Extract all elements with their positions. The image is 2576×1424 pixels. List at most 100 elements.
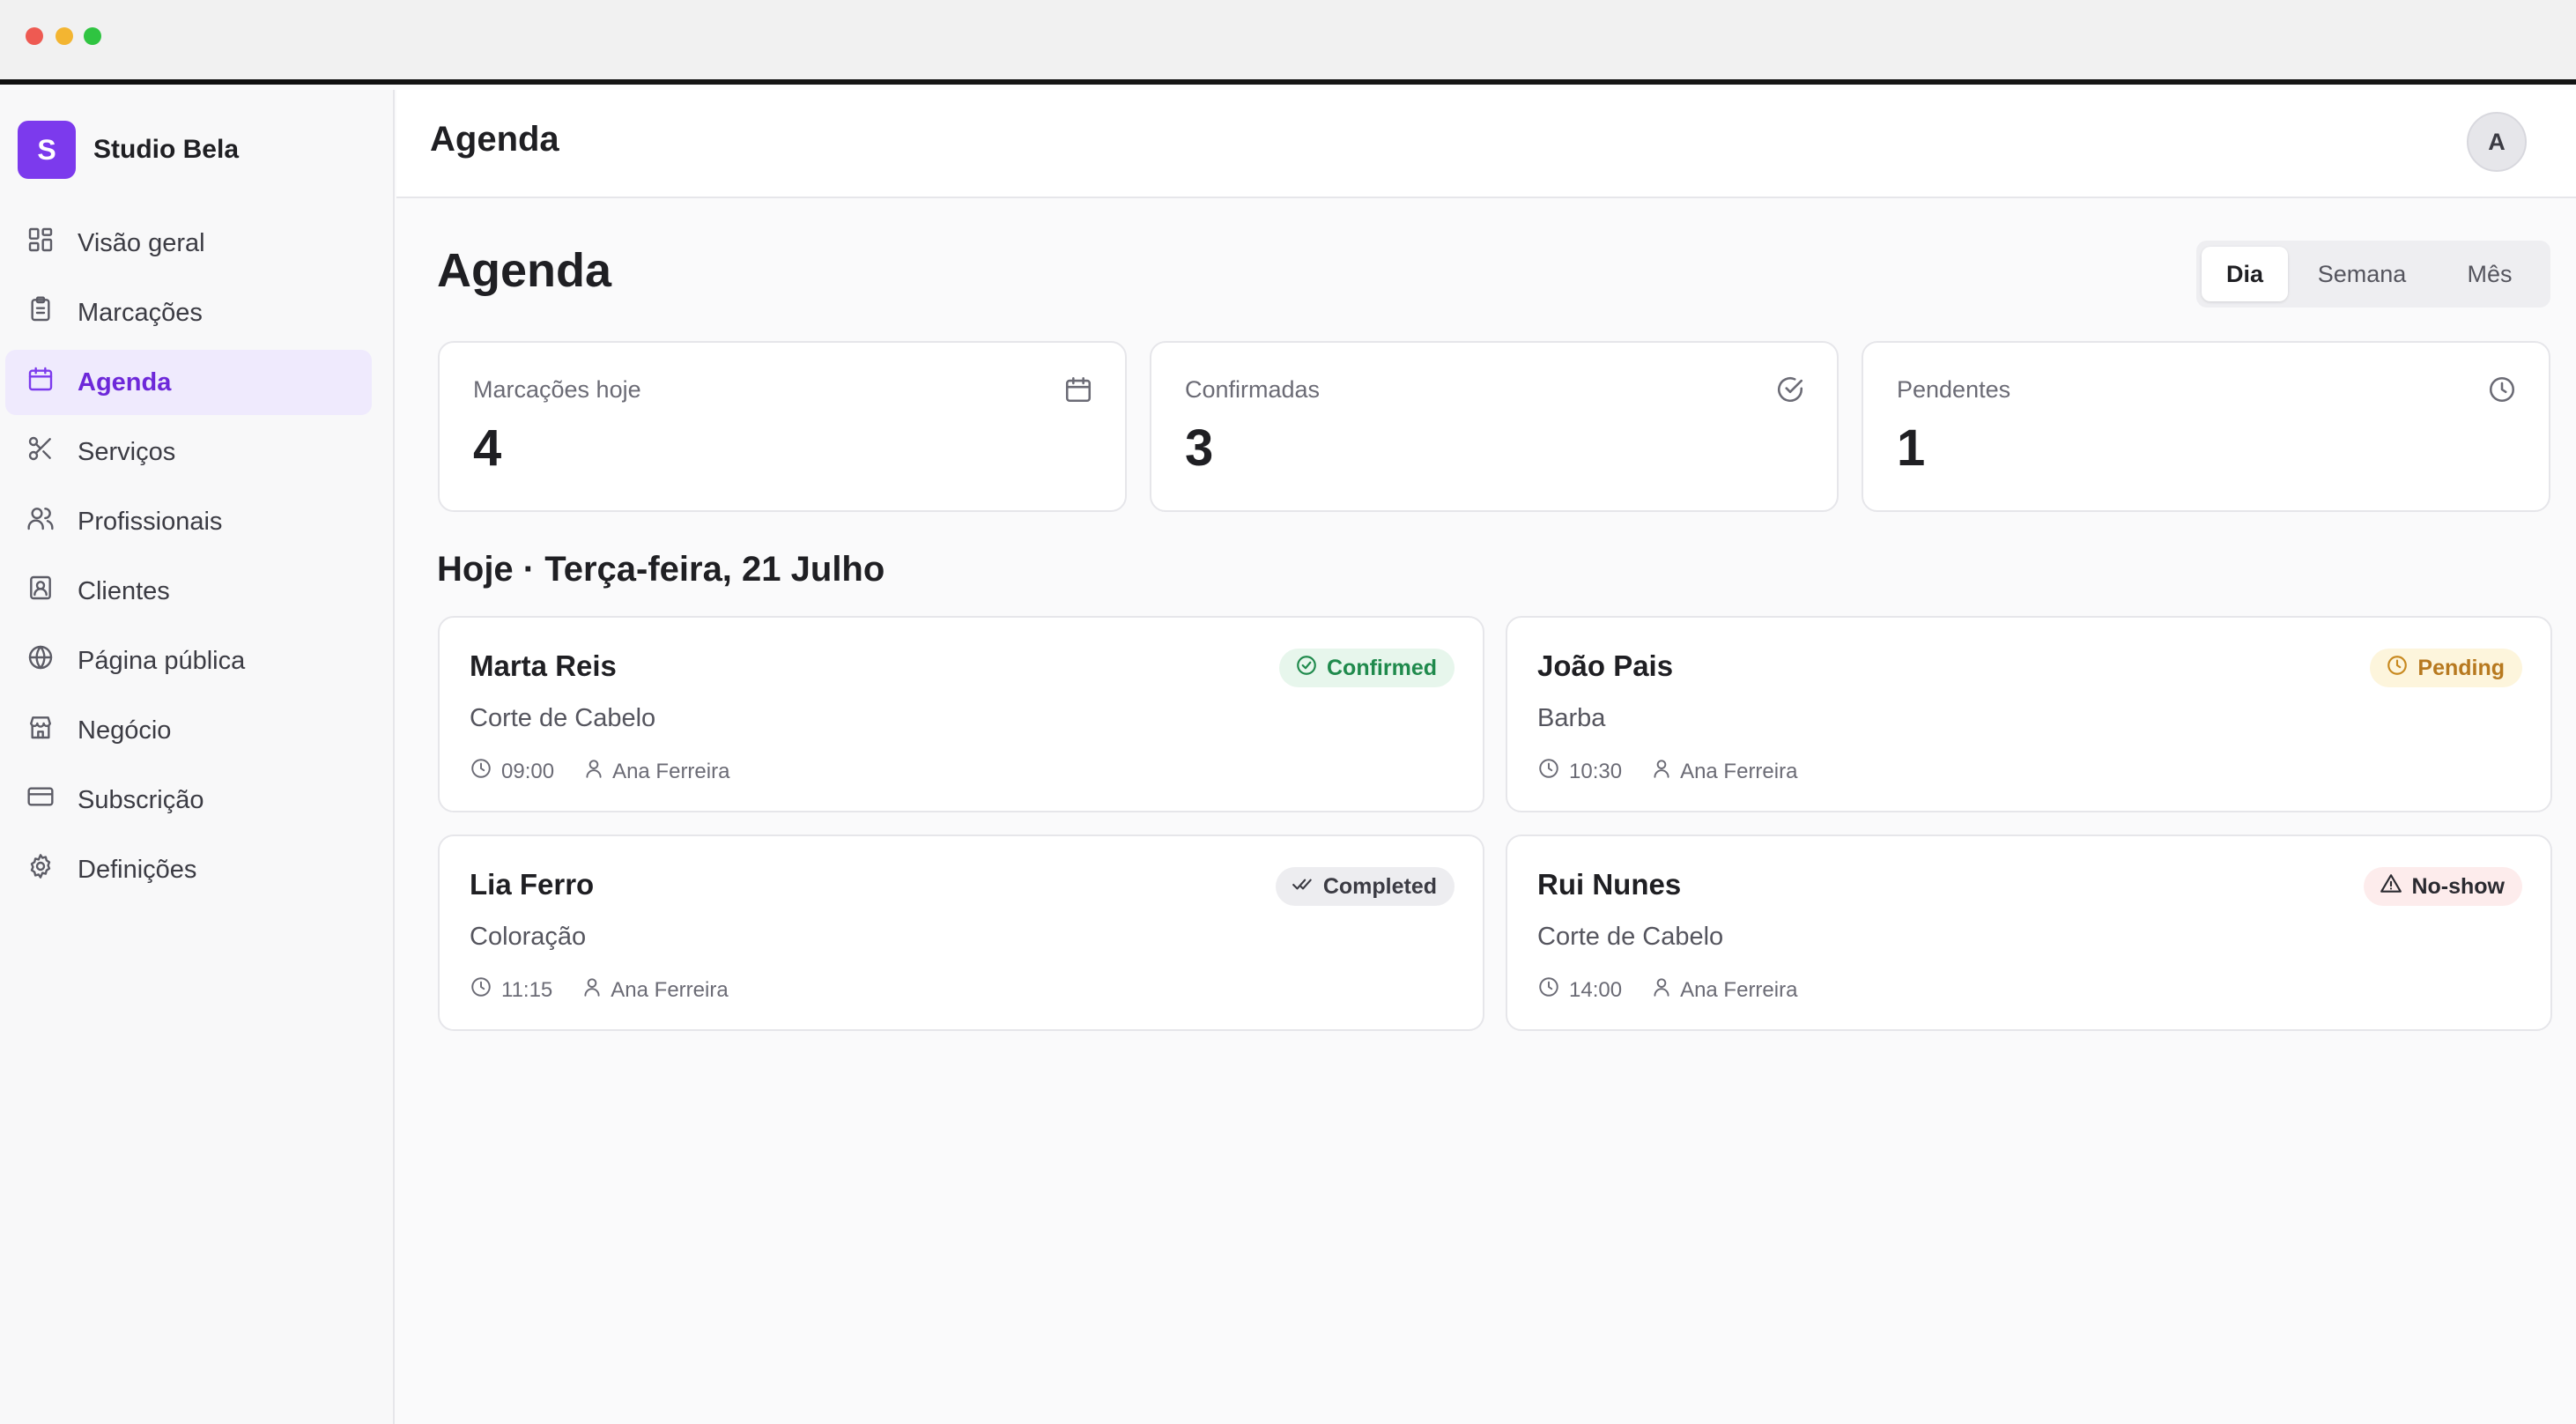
appointment-staff: Ana Ferreira	[1680, 977, 1798, 1002]
section-title: Hoje · Terça-feira, 21 Julho	[437, 550, 885, 589]
top-header: Agenda A	[396, 90, 2576, 198]
appointment-meta: 11:15 Ana Ferreira	[470, 975, 729, 1005]
status-label: Pending	[2417, 655, 2505, 680]
appointment-time: 09:00	[501, 759, 555, 783]
sidebar-item-label: Definições	[78, 855, 197, 884]
users-icon	[26, 504, 55, 539]
credit-card-icon	[26, 782, 55, 818]
status-badge: Pending	[2370, 649, 2522, 687]
sidebar-item-label: Serviços	[78, 437, 176, 466]
sidebar-item-definicoes[interactable]: Definições	[5, 837, 372, 902]
appointment-client: Marta Reis	[470, 649, 617, 682]
double-check-icon	[1292, 872, 1323, 901]
stat-label: Marcações hoje	[473, 376, 641, 403]
status-badge: Confirmed	[1279, 649, 1455, 687]
appointment-card[interactable]: Marta Reis Confirmed Corte de Cabelo 09:…	[438, 616, 1484, 812]
appointment-service: Barba	[1537, 704, 1606, 732]
app-window: S Studio Bela Visão geral Marcações Agen…	[0, 0, 2576, 1424]
appointment-time: 10:30	[1569, 759, 1623, 783]
brand-logo: S	[18, 121, 76, 179]
clock-icon	[1537, 757, 1560, 786]
page-title: Agenda	[437, 244, 612, 297]
clock-icon	[2386, 654, 2417, 683]
view-toggle-month[interactable]: Mês	[2436, 247, 2543, 301]
sidebar-item-clientes[interactable]: Clientes	[5, 559, 372, 624]
appointment-client: João Pais	[1537, 649, 1674, 682]
status-label: Confirmed	[1327, 655, 1437, 680]
stat-label: Pendentes	[1897, 376, 2011, 403]
sidebar-item-label: Profissionais	[78, 507, 223, 536]
appointment-staff: Ana Ferreira	[612, 759, 730, 783]
appointment-service: Coloração	[470, 923, 587, 951]
sidebar-item-label: Agenda	[78, 367, 172, 397]
user-icon	[582, 757, 605, 786]
status-badge: Completed	[1275, 867, 1455, 906]
clock-icon	[470, 757, 492, 786]
appointment-service: Corte de Cabelo	[470, 704, 656, 732]
stat-card-confirmed: Confirmadas 3	[1150, 341, 1839, 512]
appointment-time: 14:00	[1569, 977, 1623, 1002]
user-icon	[1650, 757, 1673, 786]
stat-label: Confirmadas	[1185, 376, 1321, 403]
gear-icon	[26, 852, 55, 887]
contact-icon	[26, 574, 55, 609]
close-window-button[interactable]	[26, 27, 43, 45]
appointment-meta: 10:30 Ana Ferreira	[1537, 757, 1797, 786]
status-badge: No-show	[2364, 867, 2522, 906]
calendar-icon	[1063, 375, 1093, 404]
user-icon	[581, 975, 603, 1005]
clock-icon	[470, 975, 492, 1005]
sidebar-nav: Visão geral Marcações Agenda Serviços Pr…	[5, 211, 372, 907]
sidebar-item-label: Clientes	[78, 576, 170, 605]
appointment-meta: 09:00 Ana Ferreira	[470, 757, 729, 786]
sidebar-item-profissionais[interactable]: Profissionais	[5, 489, 372, 554]
sidebar-item-agenda[interactable]: Agenda	[5, 350, 372, 415]
sidebar-item-servicos[interactable]: Serviços	[5, 419, 372, 485]
stat-value: 3	[1185, 419, 1214, 477]
store-icon	[26, 713, 55, 748]
view-toggle-week[interactable]: Semana	[2288, 247, 2436, 301]
brand-name: Studio Bela	[93, 135, 240, 164]
stat-value: 4	[473, 419, 502, 477]
stat-card-pending: Pendentes 1	[1862, 341, 2550, 512]
view-toggle-day[interactable]: Dia	[2202, 247, 2288, 301]
appointment-card[interactable]: Lia Ferro Completed Coloração 11:15 Ana …	[438, 834, 1484, 1031]
status-label: No-show	[2411, 873, 2505, 899]
warning-icon	[2380, 872, 2411, 901]
maximize-window-button[interactable]	[84, 27, 101, 45]
sidebar-item-negocio[interactable]: Negócio	[5, 698, 372, 763]
clipboard-icon	[26, 295, 55, 330]
user-icon	[1650, 975, 1673, 1005]
stat-card-bookings-today: Marcações hoje 4	[438, 341, 1127, 512]
check-circle-icon	[1775, 375, 1805, 404]
minimize-window-button[interactable]	[56, 27, 73, 45]
appointment-time: 11:15	[501, 977, 553, 1002]
sidebar-item-label: Página pública	[78, 646, 246, 675]
brand[interactable]: S Studio Bela	[18, 121, 239, 179]
status-label: Completed	[1322, 873, 1437, 899]
appointment-card[interactable]: João Pais Pending Barba 10:30 Ana Ferrei…	[1506, 616, 2552, 812]
appointment-card[interactable]: Rui Nunes No-show Corte de Cabelo 14:00 …	[1506, 834, 2552, 1031]
appointment-service: Corte de Cabelo	[1537, 923, 1724, 951]
scissors-icon	[26, 434, 55, 470]
window-titlebar	[0, 0, 2576, 85]
check-circle-icon	[1295, 654, 1327, 683]
sidebar-item-pagina-publica[interactable]: Página pública	[5, 628, 372, 693]
grid-icon	[26, 226, 55, 261]
user-avatar[interactable]: A	[2467, 112, 2527, 172]
sidebar: S Studio Bela Visão geral Marcações Agen…	[0, 90, 395, 1424]
calendar-icon	[26, 365, 55, 400]
sidebar-item-label: Marcações	[78, 298, 203, 327]
appointment-staff: Ana Ferreira	[611, 977, 729, 1002]
sidebar-item-subscricao[interactable]: Subscrição	[5, 768, 372, 833]
clock-icon	[1537, 975, 1560, 1005]
view-toggle: Dia Semana Mês	[2196, 241, 2550, 308]
sidebar-item-visao-geral[interactable]: Visão geral	[5, 211, 372, 276]
stat-value: 1	[1897, 419, 1926, 477]
sidebar-item-label: Visão geral	[78, 228, 205, 257]
sidebar-item-label: Subscrição	[78, 785, 204, 814]
clock-icon	[2487, 375, 2517, 404]
appointment-meta: 14:00 Ana Ferreira	[1537, 975, 1797, 1005]
sidebar-item-marcacoes[interactable]: Marcações	[5, 280, 372, 345]
appointment-client: Lia Ferro	[470, 868, 595, 901]
